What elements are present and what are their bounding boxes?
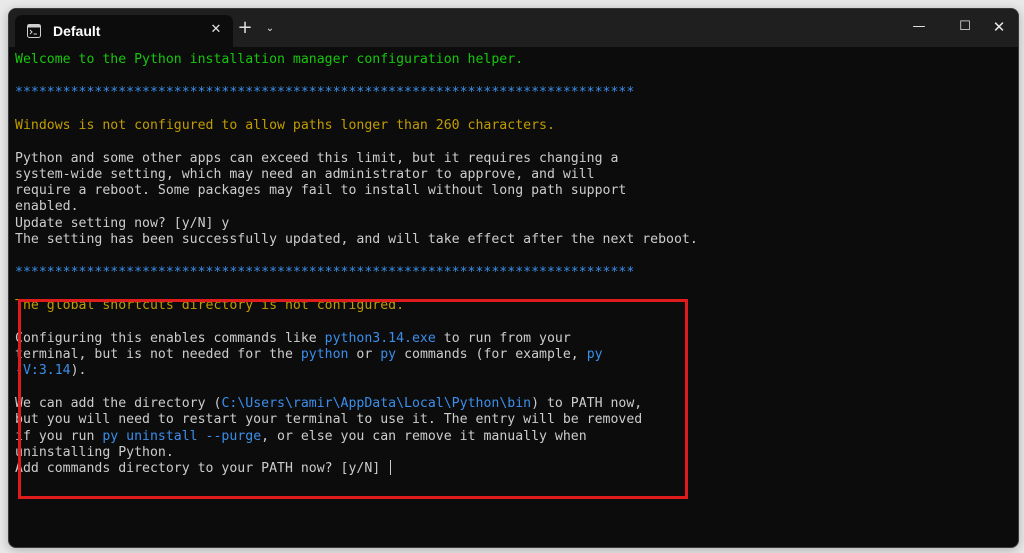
output-line: enabled.	[15, 199, 79, 214]
separator-line: ****************************************…	[15, 85, 635, 100]
tab-default[interactable]: Default ✕	[15, 15, 233, 47]
output-line: Python and some other apps can exceed th…	[15, 151, 619, 166]
output-line: system-wide setting, which may need an a…	[15, 167, 595, 182]
close-tab-icon[interactable]: ✕	[207, 21, 225, 39]
update-prompt-line: Update setting now? [y/N] y	[15, 216, 230, 231]
output-line: require a reboot. Some packages may fail…	[15, 183, 627, 198]
minimize-button[interactable]: —	[896, 9, 942, 45]
tab-title: Default	[53, 23, 101, 39]
new-tab-button[interactable]: +	[235, 19, 255, 39]
terminal-window: Default ✕ + ⌄ — ☐ ✕ Welcome to the Pytho…	[8, 8, 1019, 548]
highlight-box	[18, 299, 688, 499]
title-bar: Default ✕ + ⌄ — ☐ ✕	[9, 9, 1018, 47]
close-window-button[interactable]: ✕	[976, 9, 1018, 45]
terminal-output[interactable]: Welcome to the Python installation manag…	[15, 51, 1018, 547]
terminal-icon	[27, 24, 41, 38]
separator-line: ****************************************…	[15, 265, 635, 280]
chevron-down-icon[interactable]: ⌄	[262, 19, 278, 39]
welcome-line: Welcome to the Python installation manag…	[15, 52, 524, 67]
update-result-line: The setting has been successfully update…	[15, 232, 698, 247]
long-paths-heading: Windows is not configured to allow paths…	[15, 118, 555, 133]
